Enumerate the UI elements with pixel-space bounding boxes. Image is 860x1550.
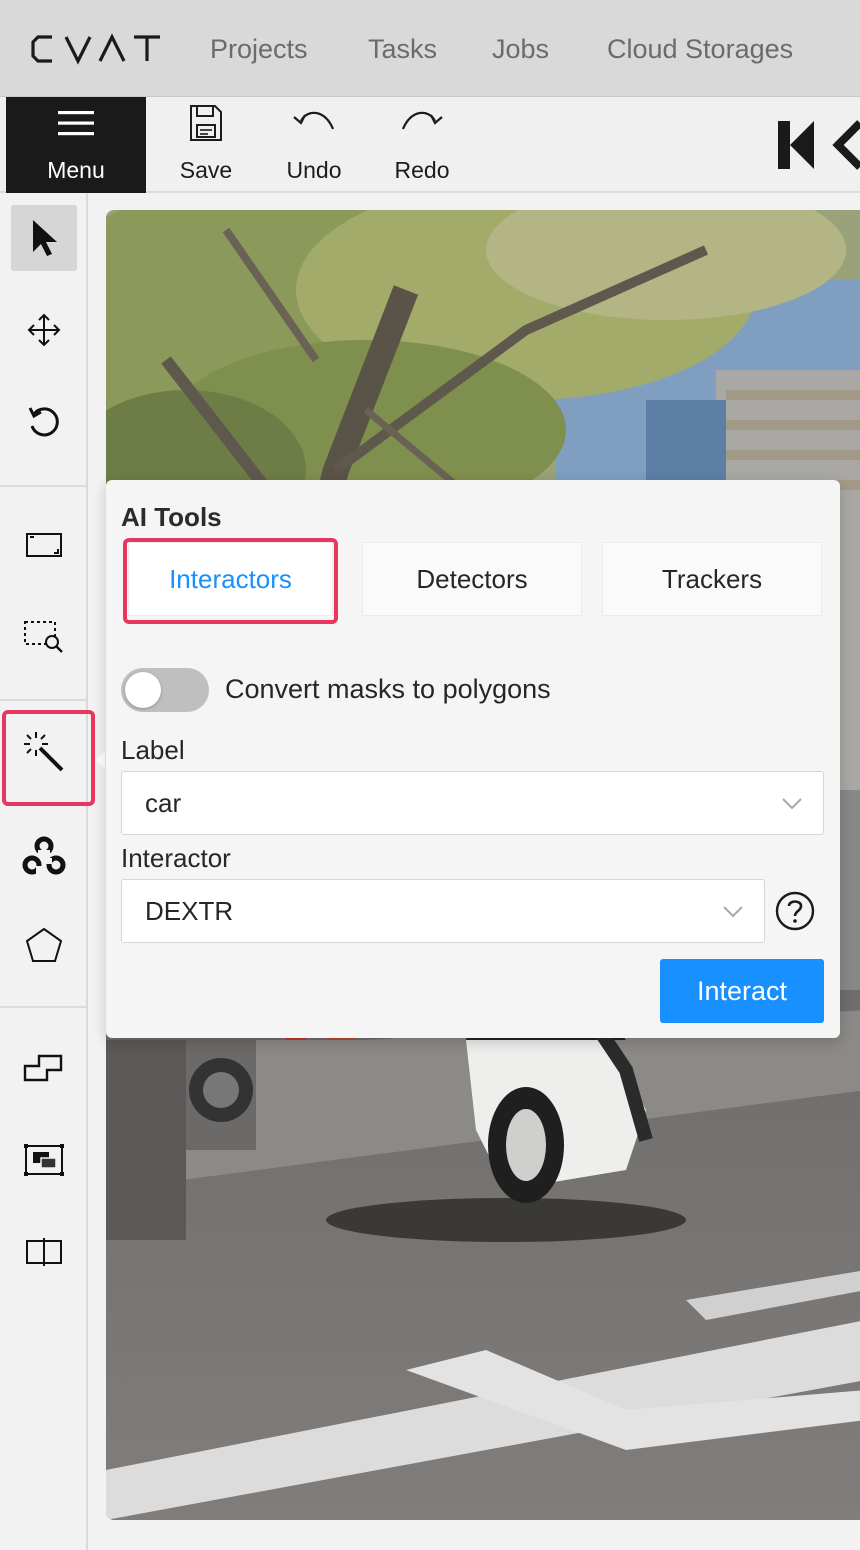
interactor-field-label: Interactor <box>121 843 231 873</box>
interactor-select-value: DEXTR <box>145 896 234 926</box>
interactors-highlight <box>123 538 338 624</box>
menu-button[interactable]: Menu <box>6 97 146 193</box>
nav-tasks[interactable]: Tasks <box>368 32 437 66</box>
rotate-icon <box>28 407 59 437</box>
question-circle-icon[interactable] <box>774 890 816 932</box>
interact-button[interactable]: Interact <box>660 959 824 1023</box>
save-button[interactable]: Save <box>156 97 256 193</box>
sidebar-divider <box>0 485 86 487</box>
chevron-down-icon <box>723 906 743 918</box>
group-icon <box>24 1144 64 1176</box>
popover-title: AI Tools <box>121 502 222 532</box>
label-field-label: Label <box>121 735 185 765</box>
move-icon <box>27 313 61 347</box>
sidebar-divider <box>0 699 86 701</box>
menu-label: Menu <box>47 157 105 183</box>
label-select-value: car <box>145 788 182 818</box>
ai-tools-popover: AI Tools Interactors Detectors Trackers … <box>106 480 840 1038</box>
redo-button[interactable]: Redo <box>372 97 472 193</box>
convert-masks-toggle[interactable] <box>121 668 209 712</box>
cursor-icon <box>33 220 57 256</box>
nav-projects[interactable]: Projects <box>210 32 308 66</box>
fit-image-icon <box>26 533 62 557</box>
label-select[interactable]: car <box>121 771 824 835</box>
cursor-tool[interactable] <box>11 205 77 271</box>
first-frame-icon[interactable] <box>778 121 814 169</box>
nav-jobs[interactable]: Jobs <box>492 32 549 66</box>
undo-icon <box>293 111 335 130</box>
split-icon <box>26 1238 62 1266</box>
undo-button[interactable]: Undo <box>264 97 364 193</box>
frame-navigation <box>778 120 860 170</box>
ai-tools-highlight <box>2 710 95 806</box>
undo-label: Undo <box>286 157 342 183</box>
group-tool[interactable] <box>11 1127 77 1193</box>
toggle-knob <box>125 672 161 708</box>
merge-tool[interactable] <box>11 1035 77 1101</box>
rotate-tool[interactable] <box>11 389 77 455</box>
hamburger-icon <box>58 111 94 136</box>
move-tool[interactable] <box>11 297 77 363</box>
opencv-tool[interactable] <box>11 823 77 889</box>
sidebar-divider <box>0 1006 86 1008</box>
tab-trackers[interactable]: Trackers <box>602 542 822 616</box>
redo-icon <box>401 111 443 130</box>
popover-arrow <box>96 751 105 769</box>
zoom-region-icon <box>24 621 63 653</box>
redo-label: Redo <box>394 157 450 183</box>
previous-frame-icon[interactable] <box>832 120 860 170</box>
split-tool[interactable] <box>11 1219 77 1285</box>
save-label: Save <box>179 157 233 183</box>
chevron-down-icon <box>782 798 802 810</box>
zoom-region-tool[interactable] <box>11 604 77 670</box>
top-navigation: Projects Tasks Jobs Cloud Storages <box>0 0 860 97</box>
interactor-select[interactable]: DEXTR <box>121 879 765 943</box>
annotation-toolbar: Menu Save Undo Redo <box>0 97 860 193</box>
tab-detectors[interactable]: Detectors <box>362 542 582 616</box>
convert-masks-label: Convert masks to polygons <box>225 674 551 704</box>
nav-cloud-storages[interactable]: Cloud Storages <box>607 32 793 66</box>
merge-icon <box>23 1054 63 1082</box>
fit-image-tool[interactable] <box>11 512 77 578</box>
cvat-logo[interactable] <box>30 32 162 66</box>
polygon-tool[interactable] <box>11 912 77 978</box>
save-icon <box>190 105 222 141</box>
controls-sidebar <box>0 193 88 1550</box>
opencv-icon <box>22 836 66 876</box>
polygon-icon <box>25 927 63 962</box>
